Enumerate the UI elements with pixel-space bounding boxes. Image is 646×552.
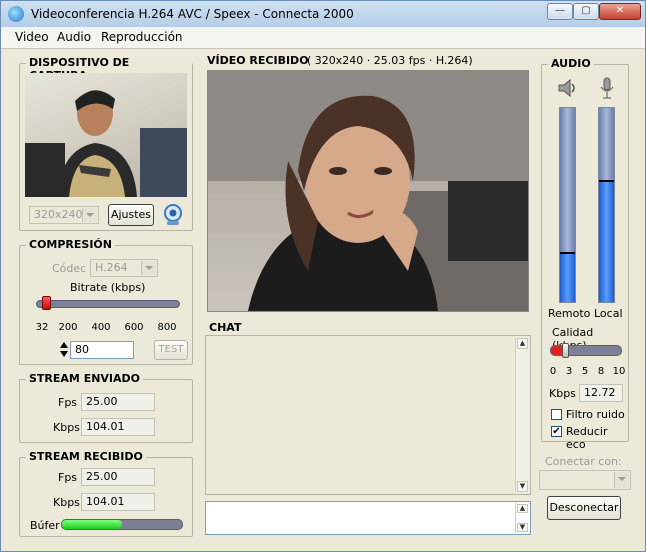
local-preview (25, 73, 187, 197)
buffer-bar-fill (62, 520, 122, 529)
bitrate-tick: 200 (58, 322, 78, 333)
scroll-down-icon[interactable]: ▼ (517, 523, 528, 532)
window-title: Videoconferencia H.264 AVC / Speex - Con… (31, 7, 354, 21)
quality-tick: 5 (581, 366, 589, 377)
bitrate-slider-thumb[interactable] (41, 296, 51, 310)
scroll-up-icon[interactable]: ▲ (517, 504, 528, 513)
bitrate-tick: 600 (124, 322, 144, 333)
chat-input[interactable]: ▲ ▼ (205, 501, 531, 535)
connect-select[interactable] (539, 470, 631, 490)
noise-filter-checkbox[interactable] (551, 409, 562, 420)
quality-tick: 3 (565, 366, 573, 377)
quality-tick: 10 (612, 366, 626, 377)
received-fps-value: 25.00 (81, 468, 155, 486)
sent-fps-label: Fps (58, 396, 78, 409)
webcam-icon[interactable] (162, 204, 184, 226)
resolution-value: 320x240 (34, 208, 83, 221)
bitrate-tick: 32 (35, 322, 49, 333)
main-window: Videoconferencia H.264 AVC / Speex - Con… (0, 0, 646, 552)
video-title: VÍDEO RECIBIDO (207, 54, 309, 67)
quality-slider[interactable] (550, 343, 622, 358)
disconnect-button[interactable]: Desconectar (547, 496, 621, 520)
buffer-bar (61, 519, 183, 530)
chat-input-scrollbar[interactable]: ▲ ▼ (515, 503, 529, 533)
title-bar[interactable]: Videoconferencia H.264 AVC / Speex - Con… (1, 1, 645, 28)
capture-group: DISPOSITIVO DE CAPTURA 320x240 Ajustes (19, 56, 193, 231)
received-title: STREAM RECIBIDO (26, 450, 146, 463)
spin-down-icon[interactable] (60, 351, 68, 357)
remote-video (207, 70, 529, 312)
resolution-select[interactable]: 320x240 (29, 206, 99, 224)
sent-kbps-value: 104.01 (81, 418, 155, 436)
spin-up-icon[interactable] (60, 342, 68, 348)
chevron-down-icon (82, 208, 97, 222)
received-group: STREAM RECIBIDO Fps 25.00 Kbps 104.01 Bú… (19, 450, 193, 537)
chat-title: CHAT (209, 321, 242, 334)
chat-history-scrollbar[interactable]: ▲ ▼ (515, 337, 529, 493)
compression-group: COMPRESIÓN Códec H.264 Bitrate (kbps) 32… (19, 238, 193, 365)
menu-audio[interactable]: Audio (57, 30, 91, 44)
received-fps-label: Fps (58, 471, 78, 484)
bitrate-slider[interactable] (36, 296, 180, 310)
noise-filter-label[interactable]: Filtro ruido (566, 408, 625, 421)
video-info: ( 320x240 · 25.03 fps · H.264) (307, 54, 473, 67)
test-button[interactable]: TEST (154, 340, 188, 360)
local-preview-image (25, 90, 187, 197)
close-button[interactable]: ✕ (599, 3, 641, 20)
chat-history: ▲ ▼ (205, 335, 531, 495)
local-label: Local (594, 307, 623, 320)
audio-group: AUDIO Remoto Local Calidad (kbps) 0 3 5 … (541, 57, 629, 451)
connect-label: Conectar con: (545, 455, 622, 468)
bitrate-input[interactable]: 80 (70, 341, 134, 359)
received-kbps-value: 104.01 (81, 493, 155, 511)
bitrate-tick: 400 (91, 322, 111, 333)
local-audio-meter (598, 107, 615, 303)
codec-value: H.264 (95, 261, 128, 274)
menu-video[interactable]: Video (15, 30, 49, 44)
scroll-up-icon[interactable]: ▲ (517, 338, 528, 349)
local-audio-meter-fill (599, 179, 614, 302)
bitrate-tick: 800 (157, 322, 177, 333)
remote-video-image (208, 71, 528, 311)
received-kbps-label: Kbps (53, 496, 80, 509)
echo-reduction-checkbox[interactable]: ✔ (551, 426, 562, 437)
audio-kbps-label: Kbps (549, 387, 576, 400)
codec-label: Códec (52, 262, 87, 275)
quality-tick: 0 (549, 366, 557, 377)
microphone-icon (600, 77, 614, 99)
sent-kbps-label: Kbps (53, 421, 80, 434)
codec-select[interactable]: H.264 (90, 259, 158, 277)
bitrate-spinner[interactable] (60, 340, 69, 360)
settings-button[interactable]: Ajustes (108, 204, 154, 226)
scroll-down-icon[interactable]: ▼ (517, 481, 528, 492)
app-globe-icon (8, 6, 24, 22)
audio-kbps-value: 12.72 (579, 384, 623, 402)
minimize-button[interactable]: — (547, 3, 573, 20)
chevron-down-icon (141, 261, 156, 275)
audio-title: AUDIO (548, 57, 594, 70)
remote-audio-meter (559, 107, 576, 303)
maximize-button[interactable]: ▢ (573, 3, 599, 20)
echo-reduction-label[interactable]: Reducir eco (566, 425, 628, 451)
buffer-label: Búfer (30, 519, 60, 532)
sent-fps-value: 25.00 (81, 393, 155, 411)
quality-tick: 8 (597, 366, 605, 377)
bitrate-label: Bitrate (kbps) (70, 281, 146, 294)
remote-audio-meter-fill (560, 251, 575, 302)
sent-title: STREAM ENVIADO (26, 372, 144, 385)
remote-label: Remoto (548, 307, 591, 320)
compression-title: COMPRESIÓN (26, 238, 115, 251)
menu-bar: Video Audio Reproducción (1, 27, 645, 49)
sent-group: STREAM ENVIADO Fps 25.00 Kbps 104.01 (19, 372, 193, 443)
chevron-down-icon (614, 472, 629, 488)
quality-slider-thumb[interactable] (562, 343, 569, 358)
menu-reproduccion[interactable]: Reproducción (101, 30, 183, 44)
speaker-icon (558, 78, 575, 98)
